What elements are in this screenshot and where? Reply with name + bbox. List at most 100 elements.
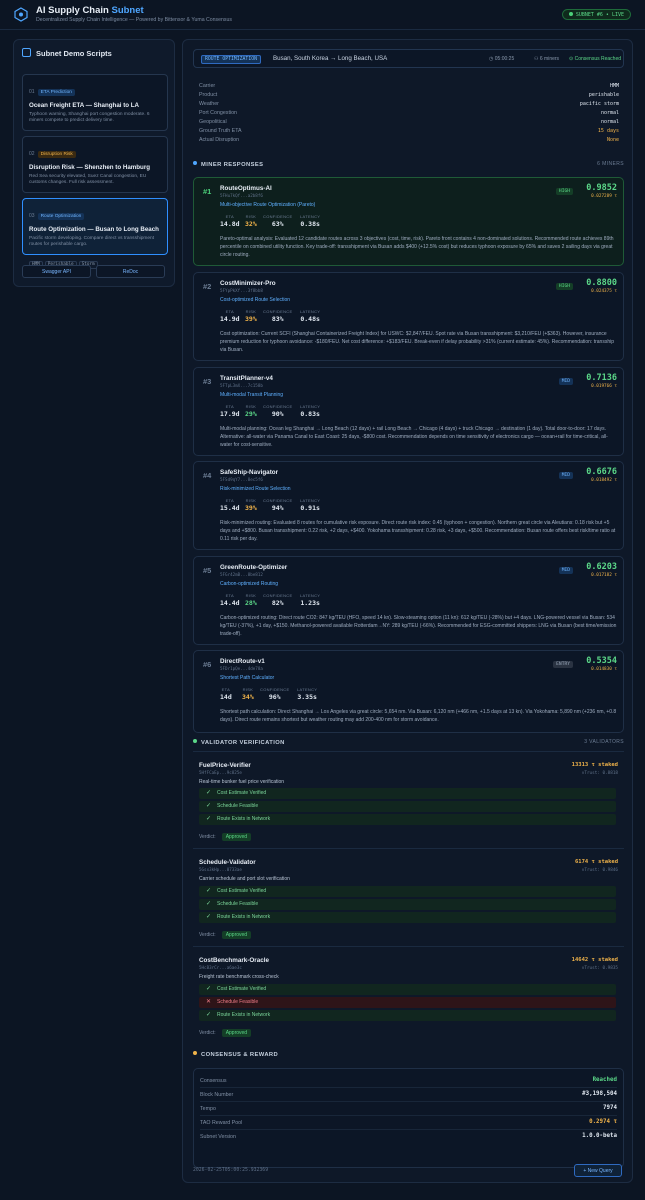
check-icon: ✓ (206, 803, 212, 809)
confidence-value: 94% (271, 504, 284, 512)
miner-name: GreenRoute-Optimizer (220, 564, 288, 571)
miner-reasoning: Multi-modal planning: Ocean leg Shanghai… (220, 426, 608, 448)
miner-card[interactable]: #4 SafeShip-Navigator 5FSd9qY7...8ec5f6 … (193, 461, 624, 550)
risk-value: 34% (242, 693, 254, 701)
check-row: ✓ Route Exists in Network (199, 912, 616, 923)
live-dot-icon (568, 12, 573, 16)
redoc-button[interactable]: ReDoc (96, 265, 165, 278)
check-row: ✓ Cost Estimate Verified (199, 886, 616, 897)
miner-rank: #4 (203, 471, 212, 480)
eta-value: 15.4d (220, 504, 240, 512)
verdict-badge: Approved (221, 1029, 252, 1037)
bullet-icon (193, 161, 197, 165)
miner-tao-reward: 0.024375 τ (591, 289, 617, 294)
latency-value: 0.83s (300, 410, 320, 418)
miner-strategy: Multi-modal Transit Planning (220, 392, 284, 398)
script-desc: Pacific storm developing. Compare direct… (29, 236, 155, 248)
validator-hotkey: 5HcB3rCr...a6ae3c (199, 965, 242, 970)
tier-badge: ENTRY (553, 661, 573, 668)
check-icon: ✓ (206, 914, 212, 920)
risk-value: 32% (245, 220, 257, 228)
validator-trust: vTrust: 0.8818 (581, 771, 618, 776)
miner-responses-heading: MINER RESPONSES 6 MINERS (193, 161, 624, 170)
field-geopolitical: Geopolitical normal (199, 119, 619, 125)
miner-reasoning: Shortest path calculation: Direct Shangh… (220, 709, 617, 723)
app-subtitle: Decentralized Supply Chain Intelligence … (36, 17, 232, 23)
check-icon: ✓ (206, 901, 212, 907)
miner-strategy: Shortest Path Calculator (220, 675, 275, 681)
risk-value: 28% (245, 599, 257, 607)
miner-reasoning: Pareto-optimal analysis: Evaluated 12 ca… (220, 236, 614, 258)
validator-name: FuelPrice-Verifier (199, 762, 251, 769)
check-row: ✓ Cost Estimate Verified (199, 984, 616, 995)
miner-card[interactable]: #3 TransitPlanner-v4 5FTpL3mX...7c158b M… (193, 367, 624, 456)
validator-verdict: Verdict: Approved (199, 931, 252, 939)
miner-score: 0.7136 (586, 373, 617, 383)
miner-hotkey: 5FSd9qY7...8ec5f6 (220, 477, 263, 482)
app-title: AI Supply Chain Subnet (36, 5, 144, 16)
confidence-value: 63% (271, 220, 284, 228)
tier-badge: MID (558, 567, 573, 574)
field-weather: Weather pacific storm (199, 101, 619, 107)
script-title: Route Optimization — Busan to Long Beach (29, 226, 159, 233)
script-card-route[interactable]: 03 Route Optimization Route Optimization … (22, 198, 168, 269)
miner-tao-reward: 0.027289 τ (591, 194, 617, 199)
miner-score: 0.6676 (586, 467, 617, 477)
validator-hotkey: 5HfFCaEp...9c825e (199, 770, 242, 775)
validator-verdict: Verdict: Approved (199, 1029, 252, 1037)
block-number-row: Block Number #3,198,504 (200, 1089, 617, 1102)
check-row: ✓ Schedule Feasible (199, 801, 616, 812)
validator-hotkey: 5Gsx3kHp...0733ae (199, 867, 242, 872)
eta-value: 14.9d (220, 315, 240, 323)
verdict-badge: Approved (221, 833, 252, 841)
miner-card[interactable]: #2 CostMinimizer-Pro 5FYpPkXf...3f8bb8 C… (193, 272, 624, 361)
miner-hotkey: 5FHu7kQf...a2b8f6 (220, 193, 263, 198)
script-title: Ocean Freight ETA — Shanghai to LA (29, 102, 140, 109)
miner-strategy: Cost-optimized Route Selection (220, 297, 291, 303)
validator-name: CostBenchmark-Oracle (199, 957, 269, 964)
miner-score: 0.5354 (586, 656, 617, 666)
validator-card: FuelPrice-Verifier 5HfFCaEp...9c825e Rea… (193, 751, 624, 848)
users-icon: ⚇ (534, 56, 539, 62)
miner-tao-reward: 0.019766 τ (591, 384, 617, 389)
sidebar-title: Subnet Demo Scripts (22, 48, 112, 58)
query-miner-count: ⚇ 6 miners (534, 56, 560, 62)
new-query-button[interactable]: + New Query (574, 1164, 622, 1177)
hexagon-logo-icon (14, 7, 28, 22)
query-time: ◷ 05:00:25 (489, 56, 515, 62)
check-icon: ✓ (206, 816, 212, 822)
script-card-eta[interactable]: 01 ETA Prediction Ocean Freight ETA — Sha… (22, 74, 168, 145)
tier-badge: HIGH (555, 188, 573, 195)
miner-rank: #5 (203, 566, 212, 575)
check-row: ✓ Schedule Feasible (199, 899, 616, 910)
miner-card[interactable]: #5 GreenRoute-Optimizer 5FGr42mB...8be81… (193, 556, 624, 645)
script-icon (22, 48, 31, 57)
confidence-value: 96% (268, 693, 281, 701)
consensus-row: Consensus Reached (200, 1075, 617, 1088)
validator-name: Schedule-Validator (199, 859, 256, 866)
consensus-status: ⊙ Consensus Reached (569, 56, 622, 62)
check-row: ✓ Route Exists in Network (199, 814, 616, 825)
script-tag: Disruption Risk (37, 151, 76, 158)
eta-value: 17.9d (220, 410, 240, 418)
tier-badge: HIGH (555, 283, 573, 290)
miner-name: RouteOptimus-AI (220, 185, 272, 192)
script-card-disruption[interactable]: 02 Disruption Risk Disruption Risk — Shen… (22, 136, 168, 207)
miner-score: 0.9852 (586, 183, 617, 193)
miner-card[interactable]: #6 DirectRoute-v1 5FDr1pQe...4de78a Shor… (193, 650, 624, 733)
verdict-badge: Approved (221, 931, 252, 939)
eta-value: 14.8d (220, 220, 240, 228)
top-bar: AI Supply Chain Subnet Decentralized Sup… (0, 0, 645, 30)
swagger-api-button[interactable]: Swagger API (22, 265, 91, 278)
miner-card[interactable]: #1 RouteOptimus-AI 5FHu7kQf...a2b8f6 Mul… (193, 177, 624, 266)
script-desc: Typhoon warning, Shanghai port congestio… (29, 112, 150, 124)
consensus-reward-card: Consensus Reached Block Number #3,198,504 … (193, 1068, 624, 1168)
miner-rank: #6 (203, 660, 212, 669)
eta-value: 14.4d (220, 599, 240, 607)
miner-rank: #3 (203, 377, 212, 386)
miner-reasoning: Cost optimization: Current SCFI (Shangha… (220, 331, 614, 353)
subnet-version-row: Subnet Version 1.0.0-beta (200, 1133, 617, 1140)
tier-badge: MID (558, 472, 573, 479)
check-row: ✓ Cost Estimate Verified (199, 788, 616, 799)
live-status-badge: SUBNET #6 • LIVE (561, 9, 631, 20)
